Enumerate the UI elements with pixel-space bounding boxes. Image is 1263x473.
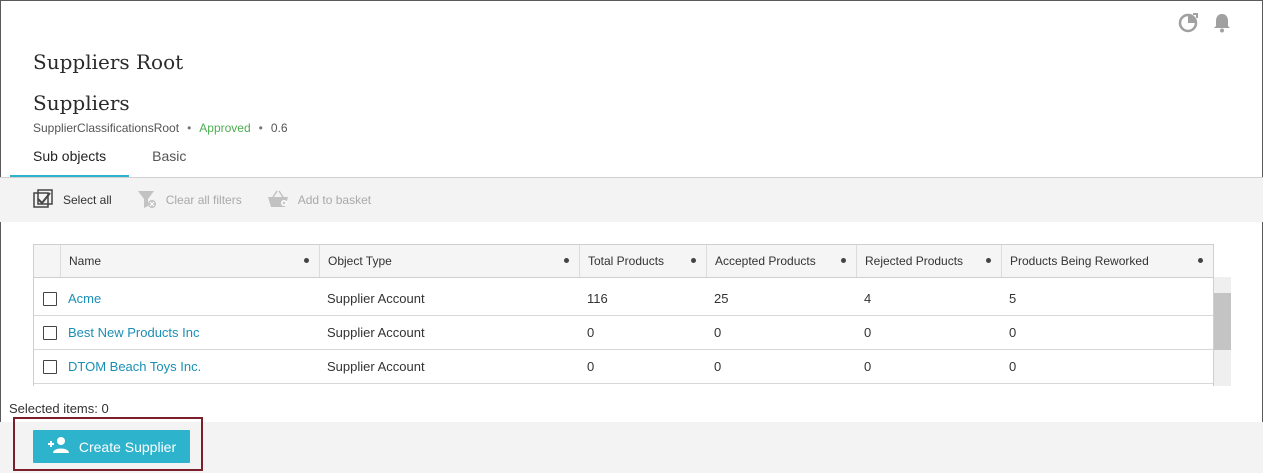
row-object-type: Supplier Account <box>327 325 425 340</box>
meta-separator: • <box>258 121 263 135</box>
column-header-total-products[interactable]: Total Products <box>579 245 706 277</box>
column-menu-icon[interactable] <box>304 258 309 263</box>
row-checkbox[interactable] <box>34 325 60 340</box>
row-total-products: 0 <box>587 325 595 340</box>
select-all-label: Select all <box>63 193 112 207</box>
window-frame <box>0 0 1263 473</box>
bell-icon[interactable] <box>1213 13 1231 33</box>
tab-bar: Sub objects Basic <box>10 140 209 178</box>
tab-sub-objects[interactable]: Sub objects <box>10 140 130 178</box>
row-name-link[interactable]: Best New Products Inc <box>60 325 319 340</box>
row-name-link[interactable]: DTOM Beach Toys Inc. <box>60 359 319 374</box>
column-label: Accepted Products <box>715 254 816 268</box>
select-all-icon <box>33 188 55 212</box>
table-row[interactable]: Acme Supplier Account 116 25 4 5 <box>34 282 1213 316</box>
row-total-products: 0 <box>587 359 595 374</box>
column-header-products-being-reworked[interactable]: Products Being Reworked <box>1001 245 1213 277</box>
column-menu-icon[interactable] <box>1198 258 1203 263</box>
column-header-accepted-products[interactable]: Accepted Products <box>706 245 856 277</box>
filter-clear-icon <box>136 188 158 213</box>
row-object-type: Supplier Account <box>327 359 425 374</box>
toolbar: Select all Clear all filters Add to bask… <box>0 178 1263 222</box>
column-menu-icon[interactable] <box>691 258 696 263</box>
object-id: SupplierClassificationsRoot <box>33 121 180 135</box>
row-rejected-products: 4 <box>864 291 872 306</box>
add-to-basket-button[interactable]: Add to basket <box>266 189 371 212</box>
add-person-icon <box>47 436 71 457</box>
meta-separator: • <box>187 121 192 135</box>
column-label: Rejected Products <box>865 254 964 268</box>
clear-filters-button[interactable]: Clear all filters <box>136 188 242 213</box>
row-products-being-reworked: 0 <box>1009 325 1017 340</box>
row-accepted-products: 0 <box>714 359 722 374</box>
row-checkbox[interactable] <box>34 291 60 306</box>
row-object-type: Supplier Account <box>327 291 425 306</box>
row-accepted-products: 0 <box>714 325 722 340</box>
selected-items-count: Selected items: 0 <box>9 401 109 416</box>
create-supplier-label: Create Supplier <box>78 438 177 455</box>
row-total-products: 116 <box>587 291 608 306</box>
refresh-icon[interactable] <box>1177 12 1199 34</box>
tab-basic[interactable]: Basic <box>129 140 209 178</box>
status-badge: Approved <box>199 121 251 135</box>
column-label: Products Being Reworked <box>1010 254 1149 268</box>
header-checkbox-spacer <box>34 245 60 277</box>
basket-icon <box>266 189 290 212</box>
top-right-icons <box>1177 12 1231 34</box>
object-meta: SupplierClassificationsRoot • Approved •… <box>33 121 288 135</box>
column-label: Total Products <box>588 254 665 268</box>
scrollbar-thumb[interactable] <box>1214 293 1231 350</box>
row-products-being-reworked: 0 <box>1009 359 1017 374</box>
page-title: Suppliers <box>33 91 130 115</box>
select-all-button[interactable]: Select all <box>33 188 112 212</box>
row-accepted-products: 25 <box>714 291 729 306</box>
table-header: Name Object Type Total Products Accepted… <box>34 245 1213 278</box>
table-row[interactable]: DTOM Beach Toys Inc. Supplier Account 0 … <box>34 350 1213 384</box>
row-checkbox[interactable] <box>34 359 60 374</box>
clear-filters-label: Clear all filters <box>165 193 242 207</box>
row-products-being-reworked: 5 <box>1009 291 1017 306</box>
create-supplier-button[interactable]: Create Supplier <box>33 430 190 463</box>
breadcrumb-title: Suppliers Root <box>33 50 184 74</box>
add-to-basket-label: Add to basket <box>297 193 372 207</box>
row-name-link[interactable]: Acme <box>60 291 319 306</box>
row-rejected-products: 0 <box>864 325 872 340</box>
column-header-rejected-products[interactable]: Rejected Products <box>856 245 1001 277</box>
version-label: 0.6 <box>270 121 288 135</box>
column-header-name[interactable]: Name <box>60 245 319 277</box>
column-label: Name <box>69 254 102 268</box>
row-rejected-products: 0 <box>864 359 872 374</box>
table-row[interactable]: Best New Products Inc Supplier Account 0… <box>34 316 1213 350</box>
column-header-object-type[interactable]: Object Type <box>319 245 579 277</box>
column-menu-icon[interactable] <box>564 258 569 263</box>
column-label: Object Type <box>328 254 392 268</box>
sub-objects-table: Name Object Type Total Products Accepted… <box>33 244 1214 386</box>
column-menu-icon[interactable] <box>986 258 991 263</box>
column-menu-icon[interactable] <box>841 258 846 263</box>
